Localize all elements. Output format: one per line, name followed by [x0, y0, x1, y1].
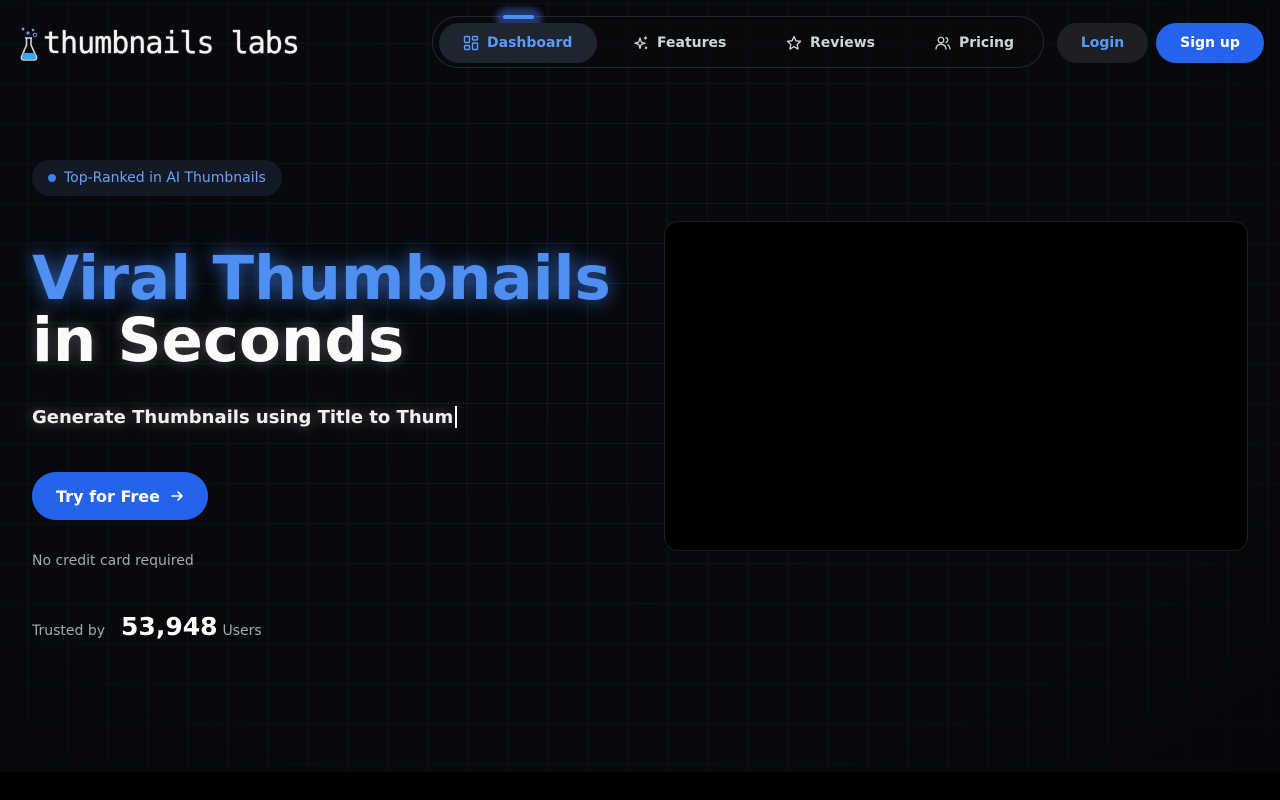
nav-item-label: Dashboard	[487, 35, 573, 51]
footer-strip	[0, 772, 1280, 800]
nav-item-label: Features	[657, 35, 727, 51]
hero-title-line-2: in Seconds	[32, 305, 405, 376]
trusted-by: Trusted by 53,948 Users	[32, 612, 262, 641]
grid-icon	[463, 35, 479, 51]
try-button-label: Try for Free	[56, 486, 160, 506]
arrow-right-icon	[171, 491, 183, 501]
hero-subtitle: Generate Thumbnails using Title to Thum	[32, 406, 458, 428]
nav-item-label: Pricing	[958, 35, 1014, 51]
nav-item-dashboard[interactable]: Dashboard	[439, 23, 597, 63]
login-button[interactable]: Login	[1057, 23, 1148, 63]
user-count: 53,948	[121, 612, 218, 641]
star-icon	[786, 35, 802, 50]
no-credit-card-note: No credit card required	[32, 553, 194, 569]
badge-text: Top-Ranked in AI Thumbnails	[64, 170, 266, 186]
nav-item-label: Reviews	[810, 35, 875, 51]
try-for-free-button[interactable]: Try for Free	[32, 472, 208, 520]
hero-title: Viral Thumbnails in Seconds	[32, 248, 611, 372]
badge-dot-icon	[48, 174, 56, 182]
preview-panel	[664, 221, 1248, 551]
user-count-unit: Users	[222, 623, 262, 639]
text-caret	[455, 406, 458, 428]
nav-item-reviews[interactable]: Reviews	[762, 23, 899, 63]
sparkles-icon	[634, 36, 648, 50]
ranking-badge: Top-Ranked in AI Thumbnails	[32, 160, 282, 196]
signup-button[interactable]: Sign up	[1156, 23, 1264, 63]
hero-title-line-1: Viral Thumbnails	[32, 243, 611, 314]
brand-name: thumbnails labs	[43, 26, 300, 61]
brand-logo[interactable]: thumbnails labs	[19, 24, 300, 64]
nav-item-features[interactable]: Features	[609, 23, 751, 63]
users-icon	[935, 36, 951, 50]
flask-icon	[20, 27, 38, 61]
nav-item-pricing[interactable]: Pricing	[911, 23, 1038, 63]
typewriter-text: Generate Thumbnails using Title to Thum	[32, 406, 454, 428]
active-indicator	[503, 15, 534, 19]
trusted-label: Trusted by	[32, 623, 106, 639]
